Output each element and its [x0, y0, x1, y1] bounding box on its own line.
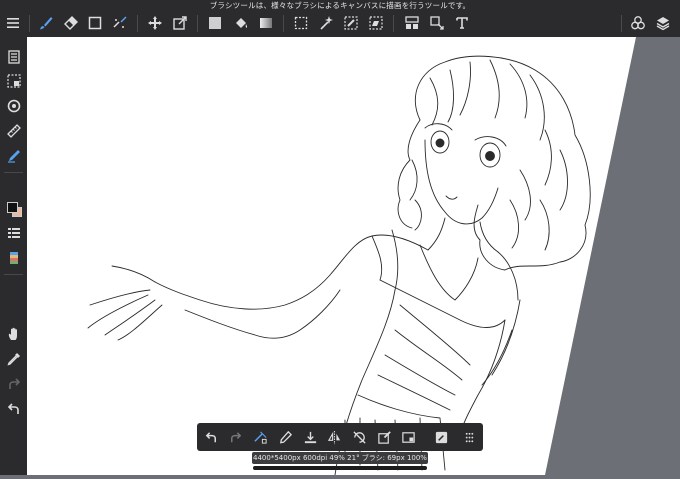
paper-sheet — [27, 37, 636, 475]
lasso-select-icon[interactable] — [292, 14, 310, 32]
sidebar-divider — [4, 274, 23, 275]
rotate-reset-icon[interactable] — [349, 428, 369, 446]
materials-icon[interactable] — [629, 14, 647, 32]
snap-pen-icon[interactable] — [4, 146, 23, 165]
redo-icon[interactable] — [4, 374, 23, 393]
eraser-tool-icon[interactable] — [62, 14, 80, 32]
fullscreen-icon[interactable] — [431, 428, 451, 446]
bottom-toolbar — [197, 423, 483, 451]
brush-list-icon[interactable] — [4, 47, 23, 66]
redo-icon[interactable] — [225, 428, 245, 446]
edit-selection-icon[interactable] — [374, 428, 394, 446]
flip-icon[interactable] — [324, 428, 344, 446]
rotate-icon[interactable] — [4, 96, 23, 115]
canvas-area[interactable] — [27, 37, 680, 476]
hand-tool-icon[interactable] — [4, 324, 23, 343]
more-icon[interactable] — [459, 428, 479, 446]
select-pen-icon[interactable] — [342, 14, 360, 32]
status-bar: 4400*5400px 600dpi 49% 21° ブラシ: 69px 100… — [252, 452, 428, 464]
tool-hint: ブラシツールは、様々なブラシによるキャンバスに描画を行うツールです。 — [209, 1, 471, 10]
color-swatch-icon[interactable] — [4, 199, 23, 218]
eyedropper-icon[interactable] — [4, 349, 23, 368]
color-palette-icon[interactable] — [4, 248, 23, 267]
transform-tool-icon[interactable] — [171, 14, 189, 32]
toolbar-divider — [393, 15, 394, 32]
menu-icon[interactable] — [4, 14, 22, 32]
selection-icon[interactable] — [4, 71, 23, 90]
toolbar-divider — [621, 15, 622, 32]
text-frame-icon[interactable] — [428, 14, 446, 32]
magic-wand-icon[interactable] — [317, 14, 335, 32]
correction-tool-icon[interactable] — [111, 14, 129, 32]
toolbar-divider — [137, 15, 138, 32]
select-layer-icon[interactable] — [403, 14, 421, 32]
bucket-tool-icon[interactable] — [232, 14, 250, 32]
undo-icon[interactable] — [201, 428, 221, 446]
move-tool-icon[interactable] — [146, 14, 164, 32]
gradient-tool-icon[interactable] — [257, 14, 275, 32]
pen-icon[interactable] — [275, 428, 295, 446]
shape-tool-icon[interactable] — [86, 14, 104, 32]
fit-view-icon[interactable] — [398, 428, 418, 446]
drawing-canvas[interactable] — [27, 37, 680, 476]
toolbar-divider — [283, 15, 284, 32]
layers-icon[interactable] — [654, 14, 672, 32]
select-eraser-icon[interactable] — [367, 14, 385, 32]
brush-tool-icon[interactable] — [37, 14, 55, 32]
sidebar-divider — [4, 172, 23, 173]
top-toolbar: ブラシツールは、様々なブラシによるキャンバスに描画を行うツールです。 — [0, 0, 680, 37]
brush-settings-icon[interactable] — [4, 223, 23, 242]
undo-icon[interactable] — [4, 399, 23, 418]
home-indicator — [253, 466, 427, 470]
text-tool-icon[interactable] — [453, 14, 471, 32]
toolbar-divider — [29, 15, 30, 32]
primary-color-swatch[interactable] — [7, 202, 18, 213]
transform-select-icon[interactable] — [250, 428, 270, 446]
left-sidebar — [0, 37, 27, 475]
import-icon[interactable] — [300, 428, 320, 446]
toolbar-divider — [197, 15, 198, 32]
fill-color-icon[interactable] — [206, 14, 224, 32]
ruler-icon[interactable] — [4, 121, 23, 140]
